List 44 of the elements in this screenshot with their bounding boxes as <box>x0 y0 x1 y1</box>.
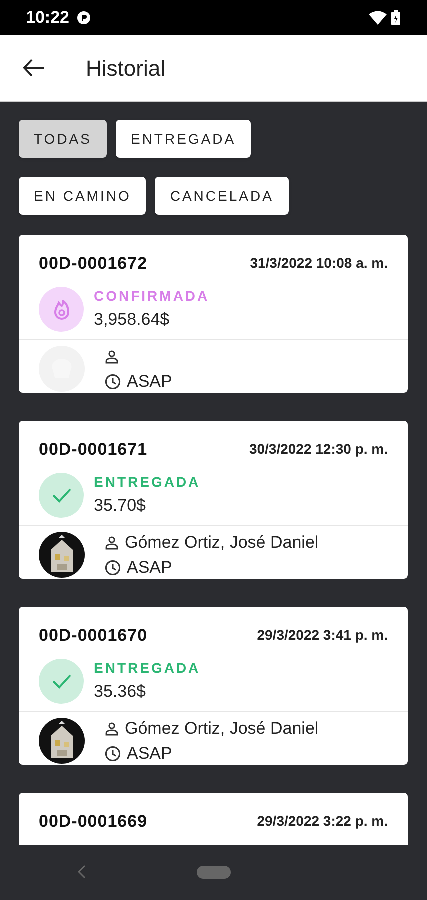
wifi-icon <box>369 10 387 24</box>
order-card[interactable]: 00D-0001670 29/3/2022 3:41 p. m. ENTREGADA 35.36$ Gómez Ortiz, José Daniel ASAP <box>19 607 408 765</box>
clock-icon <box>105 746 121 762</box>
check-icon <box>52 674 72 689</box>
filter-chip[interactable]: EN CAMINO <box>19 177 146 215</box>
clock-icon <box>105 374 121 390</box>
delivery-time: ASAP <box>127 556 172 579</box>
order-card[interactable]: 00D-0001672 31/3/2022 10:08 a. m. CONFIRMADA 3,958.64$ ASAP <box>19 235 408 393</box>
battery-icon <box>391 10 401 26</box>
order-date: 29/3/2022 3:41 p. m. <box>257 626 388 646</box>
status-label: ENTREGADA <box>94 659 201 678</box>
customer-name: Gómez Ortiz, José Daniel <box>125 532 319 554</box>
filter-chip[interactable]: TODAS <box>19 120 107 158</box>
order-card[interactable]: 00D-0001669 29/3/2022 3:22 p. m. <box>19 793 408 845</box>
order-number: 00D-0001669 <box>39 811 148 833</box>
back-arrow-icon[interactable] <box>23 59 45 77</box>
order-date: 30/3/2022 12:30 p. m. <box>249 440 388 460</box>
customer-name: Gómez Ortiz, José Daniel <box>125 718 319 740</box>
filter-chip[interactable]: CANCELADA <box>155 177 289 215</box>
notification-icon <box>77 10 92 24</box>
order-number: 00D-0001672 <box>39 253 148 275</box>
screen-title: Historial <box>86 54 166 82</box>
home-pill[interactable] <box>196 866 230 879</box>
nav-back-icon[interactable] <box>78 865 86 879</box>
order-date: 29/3/2022 3:22 p. m. <box>257 812 388 832</box>
person-icon <box>105 536 119 550</box>
order-amount: 35.36$ <box>94 681 147 704</box>
order-card[interactable]: 00D-0001671 30/3/2022 12:30 p. m. ENTREGADA 35.70$ Gómez Ortiz, José Daniel ASAP <box>19 421 408 579</box>
order-amount: 3,958.64$ <box>94 309 171 332</box>
order-number: 00D-0001671 <box>39 439 148 461</box>
person-icon <box>105 350 119 364</box>
clock-icon <box>105 560 121 576</box>
check-icon <box>52 488 72 503</box>
status-time: 10:22 <box>26 6 70 29</box>
status-label: CONFIRMADA <box>94 287 210 306</box>
flame-icon <box>54 300 70 320</box>
delivery-time: ASAP <box>127 742 172 765</box>
order-date: 31/3/2022 10:08 a. m. <box>250 254 388 274</box>
filter-chip[interactable]: ENTREGADA <box>116 120 252 158</box>
person-icon <box>105 722 119 736</box>
delivery-time: ASAP <box>127 370 172 393</box>
order-number: 00D-0001670 <box>39 625 148 647</box>
order-amount: 35.70$ <box>94 495 147 518</box>
status-label: ENTREGADA <box>94 473 201 492</box>
